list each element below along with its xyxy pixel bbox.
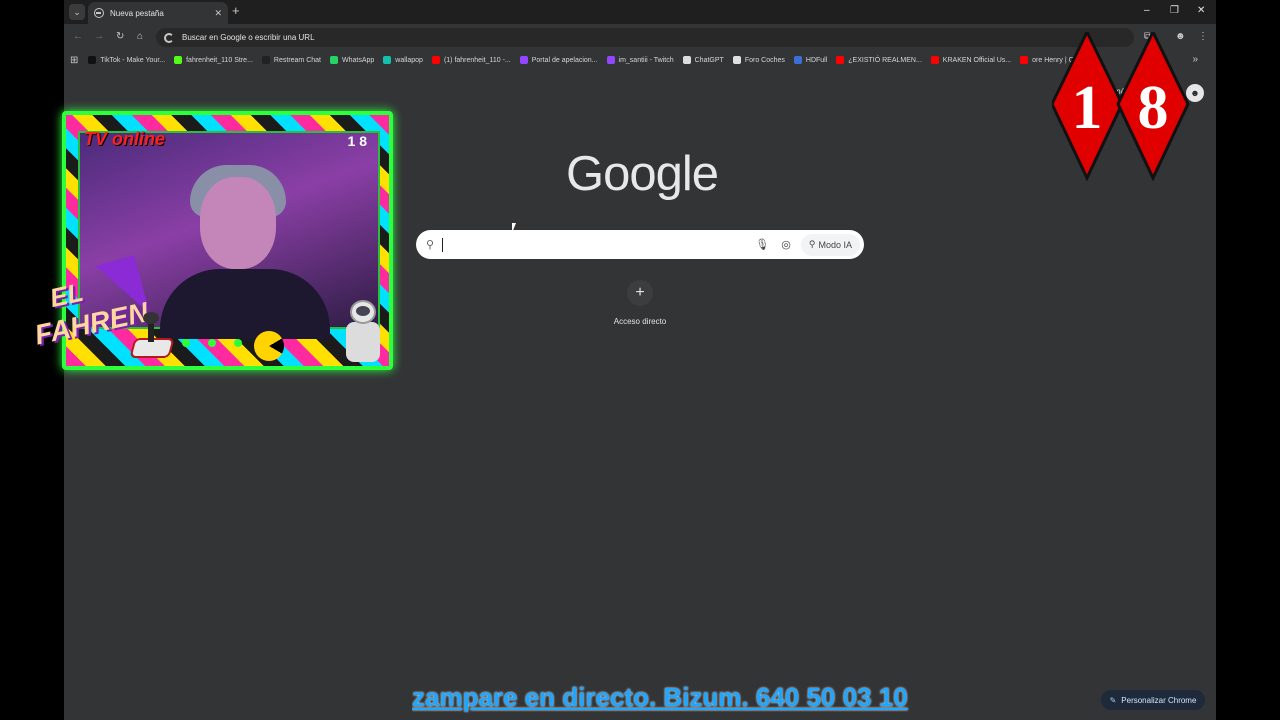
mini-18-badge: 1 8 xyxy=(347,133,367,149)
bookmark-favicon-icon xyxy=(519,56,528,64)
customize-label: Personalizar Chrome xyxy=(1121,695,1197,705)
ticker-text: zampare en directo. Bizum. 640 50 03 10 xyxy=(412,682,908,712)
ai-mode-icon: ⚲ xyxy=(808,239,816,249)
apps-grid-icon[interactable]: ⊞ xyxy=(70,55,78,66)
google-g-icon xyxy=(164,32,174,43)
search-input[interactable] xyxy=(447,238,756,251)
bookmark-item[interactable]: (1) fahrenheit_110 -... xyxy=(431,56,511,64)
pellet xyxy=(234,339,242,347)
back-icon[interactable]: ← xyxy=(73,30,83,44)
astronaut-visor xyxy=(356,306,370,316)
search-icon: ⚲ xyxy=(426,239,435,251)
bookmark-favicon-icon xyxy=(174,56,183,64)
badge-digit-right: 8 xyxy=(1138,74,1169,142)
window-close-icon[interactable]: ✕ xyxy=(1197,4,1205,18)
bookmarks-overflow-icon[interactable]: » xyxy=(1192,54,1198,65)
bookmark-item[interactable]: ChatGPT xyxy=(682,56,724,64)
bookmark-favicon-icon xyxy=(793,56,802,64)
stream-stage: ⌄ Nueva pestaña ✕ + – ❐ ✕ ← → ↻ ⌂ Buscar… xyxy=(0,0,1280,720)
chrome-favicon-icon xyxy=(94,8,104,18)
home-icon[interactable]: ⌂ xyxy=(137,30,143,44)
pellet xyxy=(208,339,216,347)
bookmark-label: HDFull xyxy=(805,56,828,64)
plus-icon: + xyxy=(627,280,653,306)
bookmark-favicon-icon xyxy=(836,56,845,64)
donation-ticker: zampare en directo. Bizum. 640 50 03 10 xyxy=(412,682,926,716)
bookmark-favicon-icon xyxy=(682,56,691,64)
forward-icon[interactable]: → xyxy=(94,30,104,44)
badge-digit-left: 1 xyxy=(1072,74,1103,142)
bookmark-favicon-icon xyxy=(606,56,615,64)
bookmark-label: wallapop xyxy=(395,56,423,64)
bookmark-label: ChatGPT xyxy=(694,56,724,64)
bookmark-item[interactable]: WhatsApp xyxy=(330,56,374,64)
bookmark-item[interactable]: TikTok - Make Your... xyxy=(88,56,165,64)
bookmark-label: WhatsApp xyxy=(342,56,375,64)
bookmark-label: Foro Coches xyxy=(744,56,785,64)
tab-search-chevron-icon[interactable]: ⌄ xyxy=(69,4,85,20)
bookmark-favicon-icon xyxy=(88,56,97,64)
person-face xyxy=(200,177,276,269)
bookmark-favicon-icon xyxy=(383,56,392,64)
bookmark-label: KRAKEN Official Us... xyxy=(942,56,1012,64)
joystick-ball xyxy=(143,312,159,324)
bookmark-label: (1) fahrenheit_110 -... xyxy=(443,56,511,64)
mouse-cursor-icon xyxy=(512,223,520,233)
bookmark-item[interactable]: Portal de apelacion... xyxy=(519,56,598,64)
bookmark-item[interactable]: Foro Coches xyxy=(732,56,785,64)
astronaut-suit xyxy=(346,322,380,362)
bookmark-item[interactable]: im_santiii - Twitch xyxy=(606,56,674,64)
reload-icon[interactable]: ↻ xyxy=(116,30,124,44)
microphone-icon[interactable]: 🎙 xyxy=(755,238,769,251)
pacman-icon xyxy=(254,331,284,361)
toolbar: ← → ↻ ⌂ Buscar en Google o escribir una … xyxy=(64,24,1216,50)
bookmark-item[interactable]: Restream Chat xyxy=(261,56,321,64)
restore-icon[interactable]: ❐ xyxy=(1170,4,1179,18)
bookmark-favicon-icon xyxy=(261,56,270,64)
text-caret xyxy=(442,237,444,252)
bookmark-label: fahrenheit_110 Stre... xyxy=(186,56,253,64)
tab-title: Nueva pestaña xyxy=(110,8,164,18)
ntp-search-box[interactable]: ⚲ 🎙 ◎ ⚲ Modo IA xyxy=(416,230,864,259)
bookmark-item[interactable]: fahrenheit_110 Stre... xyxy=(174,56,253,64)
bookmarks-bar: ⊞ TikTok - Make Your... fahrenheit_110 Str… xyxy=(64,50,1216,70)
bookmark-item[interactable]: HDFull xyxy=(793,56,828,64)
bookmark-label: ¿EXISTIÓ REALMEN... xyxy=(848,56,922,64)
astronaut-icon xyxy=(338,296,392,370)
tab-nueva-pestana[interactable]: Nueva pestaña ✕ xyxy=(88,2,228,24)
address-bar[interactable]: Buscar en Google o escribir una URL xyxy=(156,28,1134,47)
lens-camera-icon[interactable]: ◎ xyxy=(781,238,791,251)
pencil-icon: ✎ xyxy=(1109,695,1117,705)
tab-close-icon[interactable]: ✕ xyxy=(214,8,222,19)
ai-mode-label: Modo IA xyxy=(818,239,852,250)
shortcut-label: Acceso directo xyxy=(613,317,667,326)
tv-online-label: TV online xyxy=(84,129,165,149)
bookmark-label: TikTok - Make Your... xyxy=(100,56,166,64)
menu-icon[interactable]: ⋮ xyxy=(1198,30,1208,44)
address-placeholder: Buscar en Google o escribir una URL xyxy=(182,33,315,42)
bookmark-favicon-icon xyxy=(330,56,338,64)
bookmark-favicon-icon xyxy=(1020,56,1029,64)
bookmark-item[interactable]: wallapop xyxy=(383,56,423,64)
joystick-icon xyxy=(128,312,176,364)
age-18-badge: 1 8 xyxy=(1052,32,1190,182)
new-tab-button[interactable]: + xyxy=(232,4,240,18)
bookmark-label: Portal de apelacion... xyxy=(531,56,598,64)
add-shortcut[interactable]: + Acceso directo xyxy=(608,280,672,326)
customize-chrome-button[interactable]: ✎ Personalizar Chrome xyxy=(1101,690,1205,710)
bookmark-label: im_santiii - Twitch xyxy=(618,56,674,64)
minimize-icon[interactable]: – xyxy=(1144,4,1150,18)
bookmark-favicon-icon xyxy=(732,56,741,64)
tab-strip: ⌄ Nueva pestaña ✕ + – ❐ ✕ xyxy=(64,0,1216,24)
bookmark-item[interactable]: ¿EXISTIÓ REALMEN... xyxy=(836,56,922,64)
bookmark-favicon-icon xyxy=(431,56,440,64)
bookmark-favicon-icon xyxy=(930,56,939,64)
google-logo: Google xyxy=(565,147,719,201)
ai-mode-button[interactable]: ⚲ Modo IA xyxy=(800,233,860,256)
person-body xyxy=(160,269,330,339)
bookmark-item[interactable]: KRAKEN Official Us... xyxy=(930,56,1012,64)
bookmark-label: Restream Chat xyxy=(273,56,321,64)
